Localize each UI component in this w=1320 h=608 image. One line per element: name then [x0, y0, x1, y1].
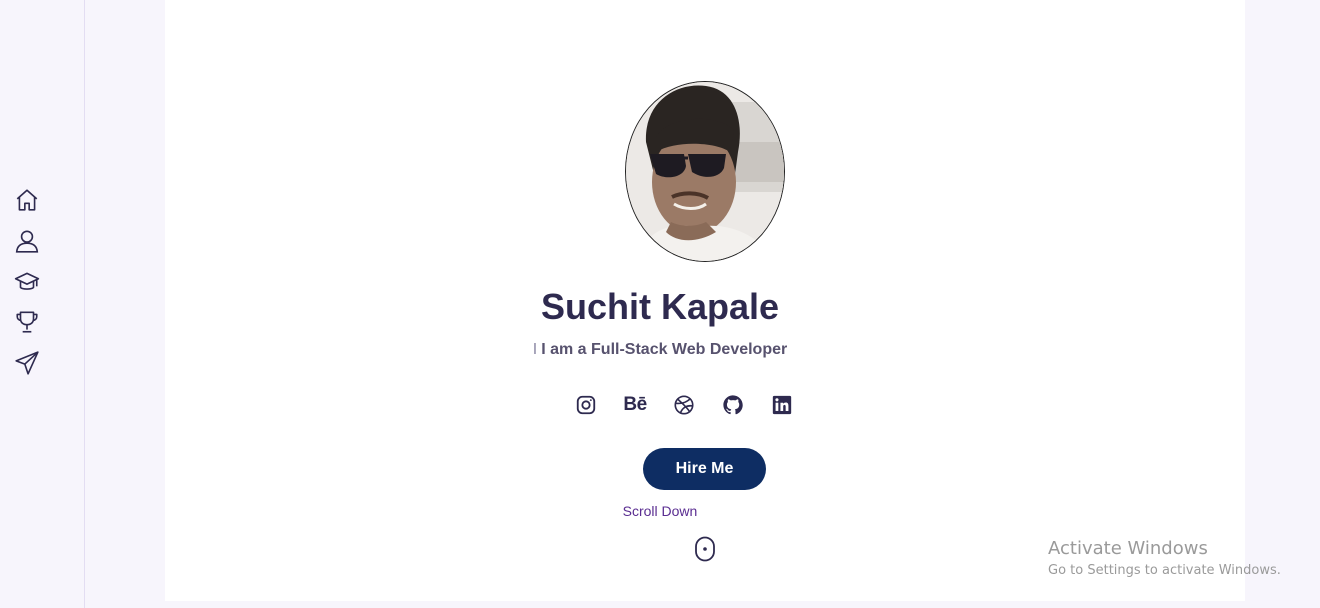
- behance-icon: Bē: [623, 394, 647, 415]
- instagram-link[interactable]: [574, 393, 598, 417]
- typing-cursor: I: [532, 341, 538, 358]
- dribbble-link[interactable]: [672, 393, 696, 417]
- github-link[interactable]: [721, 393, 745, 417]
- profile-photo: [625, 81, 785, 262]
- linkedin-link[interactable]: [770, 393, 794, 417]
- tagline: II am a Full-Stack Web Developer: [0, 341, 1320, 359]
- activate-windows-subtitle: Go to Settings to activate Windows.: [1048, 563, 1281, 578]
- profile-name: Suchit Kapale: [540, 286, 780, 327]
- dribbble-icon: [674, 395, 694, 415]
- github-icon: [723, 395, 743, 415]
- social-links: Bē: [574, 393, 819, 417]
- tagline-text: I am a Full-Stack Web Developer: [541, 341, 788, 358]
- scroll-down-link[interactable]: Scroll Down: [0, 503, 1320, 519]
- behance-link[interactable]: Bē: [623, 393, 647, 417]
- mouse-icon[interactable]: [694, 536, 716, 562]
- user-icon[interactable]: [14, 228, 40, 254]
- linkedin-icon: [772, 395, 792, 415]
- hire-me-button[interactable]: Hire Me: [643, 448, 766, 490]
- activate-windows-title: Activate Windows: [1048, 538, 1208, 559]
- instagram-icon: [576, 395, 596, 415]
- home-icon[interactable]: [14, 187, 40, 213]
